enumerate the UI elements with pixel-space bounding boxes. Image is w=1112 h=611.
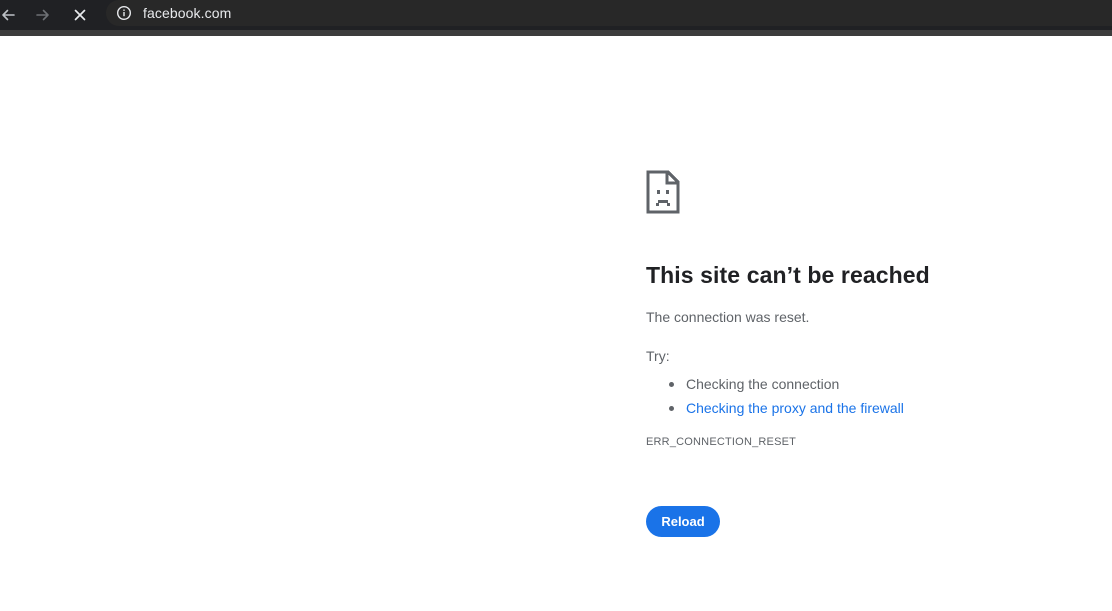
browser-toolbar: facebook.com [0,0,1112,30]
sad-page-icon [646,170,680,214]
arrow-left-icon [2,9,15,21]
suggestion-check-connection: Checking the connection [669,372,904,396]
proxy-firewall-link[interactable]: Checking the proxy and the firewall [686,400,904,416]
try-label: Try: [646,348,670,364]
stop-loading-button[interactable] [68,3,92,27]
url-text[interactable]: facebook.com [143,4,231,22]
info-icon[interactable] [116,5,132,21]
suggestion-label: Checking the connection [686,376,840,392]
error-description: The connection was reset. [646,309,810,325]
suggestions-list: Checking the connection Checking the pro… [646,372,904,420]
error-code: ERR_CONNECTION_RESET [646,436,797,448]
back-button[interactable] [0,3,20,27]
arrow-right-icon [36,9,49,21]
address-bar[interactable]: facebook.com [106,0,1112,26]
close-icon [74,9,86,21]
forward-button[interactable] [31,3,55,27]
toolbar-divider [0,30,1112,36]
suggestion-check-proxy-firewall[interactable]: Checking the proxy and the firewall [669,396,904,420]
error-title: This site can’t be reached [646,262,930,288]
reload-button[interactable]: Reload [646,506,720,537]
